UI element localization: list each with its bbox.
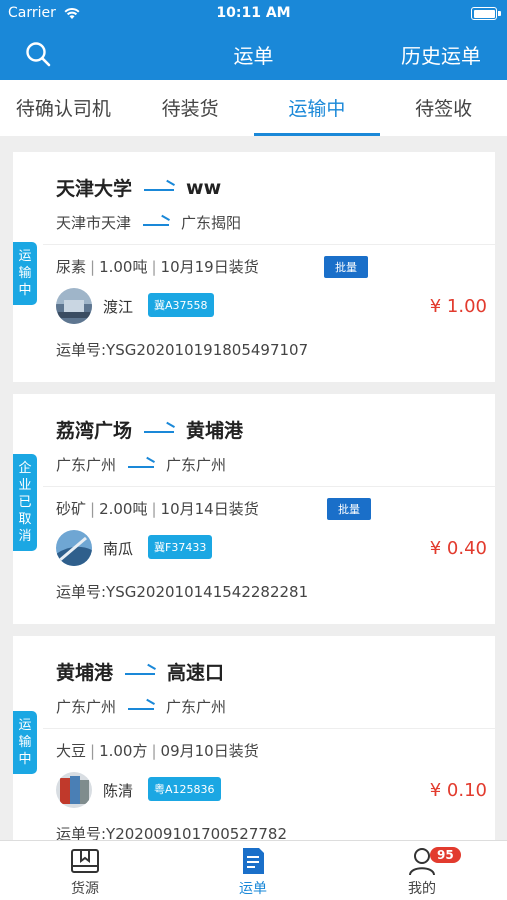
- route-main: 天津大学 ww: [56, 174, 221, 201]
- bottom-tab-bar: 货源 运单 我的 95: [0, 840, 507, 900]
- nav-bar: 运单 历史运单: [0, 28, 507, 80]
- cargo-info: 砂矿 | 2.00吨 | 10月14日装货: [56, 500, 259, 518]
- bottom-tab-label: 运单: [239, 881, 267, 897]
- freight-price: ¥ 1.00: [429, 296, 487, 317]
- waybill-document-icon: [243, 848, 264, 874]
- origin-name: 黄埔港: [56, 662, 114, 684]
- avatar: [56, 288, 92, 324]
- divider: [43, 486, 495, 487]
- waybill-card[interactable]: 运输中 黄埔港 高速口 广东广州 广东广州 大豆 | 1.00方 | 09月10日装货 …: [13, 636, 495, 840]
- arrow-right-icon: [143, 218, 170, 228]
- bottom-tab-label: 我的: [408, 881, 436, 897]
- route-region: 广东广州 广东广州: [56, 696, 226, 717]
- tab-pending-signoff[interactable]: 待签收: [380, 80, 507, 136]
- avatar: [56, 772, 92, 808]
- license-plate: 粤A125836: [148, 777, 221, 801]
- notification-badge: 95: [430, 847, 461, 863]
- history-waybills-button[interactable]: 历史运单: [401, 40, 481, 69]
- cargo-type: 砂矿: [56, 500, 87, 518]
- batch-tag: 批量: [324, 256, 368, 278]
- destination-region: 广东广州: [166, 698, 227, 716]
- status-badge: 运输中: [13, 242, 37, 305]
- freight-price: ¥ 0.40: [429, 538, 487, 559]
- status-bar: Carrier 10:11 AM: [0, 0, 507, 28]
- status-badge: 企业已取消: [13, 454, 37, 551]
- bottom-tab-cargo[interactable]: 货源: [35, 845, 135, 898]
- tab-pending-loading[interactable]: 待装货: [127, 80, 254, 136]
- route-main: 荔湾广场 黄埔港: [56, 416, 243, 443]
- driver-name: 渡江: [103, 298, 134, 316]
- battery-icon: [471, 7, 501, 20]
- origin-region: 广东广州: [56, 456, 117, 474]
- tab-pending-driver[interactable]: 待确认司机: [0, 80, 127, 136]
- cargo-quantity: 1.00方: [99, 742, 148, 760]
- route-main: 黄埔港 高速口: [56, 658, 224, 685]
- license-plate: 冀A37558: [148, 293, 214, 317]
- load-date: 10月19日装货: [160, 258, 259, 276]
- arrow-right-icon: [144, 425, 175, 435]
- waybill-card[interactable]: 运输中 天津大学 ww 天津市天津 广东揭阳 尿素 | 1.00吨 | 10月19日装货…: [13, 152, 495, 382]
- driver-name: 陈清: [103, 782, 134, 800]
- avatar: [56, 530, 92, 566]
- cargo-box-icon: [71, 849, 99, 873]
- license-plate: 冀F37433: [148, 535, 213, 559]
- waybill-card[interactable]: 企业已取消 荔湾广场 黄埔港 广东广州 广东广州 砂矿 | 2.00吨 | 10月14日…: [13, 394, 495, 624]
- origin-region: 天津市天津: [56, 214, 132, 232]
- status-tabs: 待确认司机 待装货 运输中 待签收: [0, 80, 507, 136]
- cargo-info: 大豆 | 1.00方 | 09月10日装货: [56, 742, 259, 760]
- bottom-tab-waybill[interactable]: 运单: [203, 845, 303, 898]
- waybill-number: 运单号:YSG202010191805497107: [56, 341, 309, 359]
- origin-name: 荔湾广场: [56, 420, 133, 442]
- origin-region: 广东广州: [56, 698, 117, 716]
- waybill-list[interactable]: 运输中 天津大学 ww 天津市天津 广东揭阳 尿素 | 1.00吨 | 10月19日装货…: [0, 136, 507, 840]
- origin-name: 天津大学: [56, 178, 133, 200]
- cargo-quantity: 2.00吨: [99, 500, 148, 518]
- cargo-quantity: 1.00吨: [99, 258, 148, 276]
- destination-name: ww: [186, 176, 222, 199]
- clock: 10:11 AM: [216, 5, 291, 21]
- route-region: 广东广州 广东广州: [56, 454, 226, 475]
- waybill-number: 运单号:YSG202010141542282281: [56, 583, 309, 601]
- cargo-type: 尿素: [56, 258, 87, 276]
- waybill-number: 运单号:Y202009101700527782: [56, 825, 287, 840]
- destination-region: 广东揭阳: [181, 214, 242, 232]
- tab-in-transit[interactable]: 运输中: [253, 80, 381, 136]
- divider: [43, 728, 495, 729]
- cargo-type: 大豆: [56, 742, 87, 760]
- arrow-right-icon: [128, 702, 155, 712]
- arrow-right-icon: [125, 667, 156, 677]
- bottom-tab-mine[interactable]: 我的 95: [372, 845, 472, 898]
- driver-name: 南瓜: [103, 540, 134, 558]
- divider: [43, 244, 495, 245]
- freight-price: ¥ 0.10: [429, 780, 487, 801]
- destination-name: 黄埔港: [186, 420, 244, 442]
- load-date: 10月14日装货: [160, 500, 259, 518]
- search-icon[interactable]: [24, 40, 52, 68]
- batch-tag: 批量: [327, 498, 371, 520]
- arrow-right-icon: [144, 183, 175, 193]
- route-region: 天津市天津 广东揭阳: [56, 212, 241, 233]
- bottom-tab-label: 货源: [71, 881, 99, 897]
- load-date: 09月10日装货: [160, 742, 259, 760]
- destination-region: 广东广州: [166, 456, 227, 474]
- destination-name: 高速口: [167, 662, 225, 684]
- cargo-info: 尿素 | 1.00吨 | 10月19日装货: [56, 258, 259, 276]
- arrow-right-icon: [128, 460, 155, 470]
- status-badge: 运输中: [13, 711, 37, 774]
